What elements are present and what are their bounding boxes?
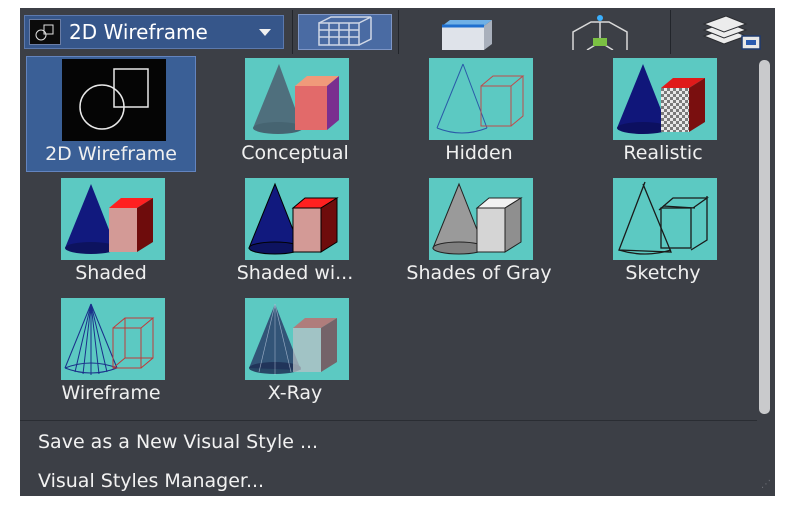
grid-view-button[interactable] <box>298 14 392 50</box>
shaded-thumbnail <box>61 178 165 260</box>
wireframe-grid-icon <box>318 16 372 46</box>
visual-styles-gallery-panel: 2D Wireframe Conceptual Hidden Realistic… <box>20 56 775 496</box>
chevron-down-icon[interactable] <box>259 28 271 36</box>
visual-styles-toolbar: 2D Wireframe <box>20 8 775 56</box>
2d-wireframe-thumbnail <box>62 59 166 141</box>
sketchy-thumbnail <box>613 178 717 260</box>
style-tile-2d-wireframe[interactable]: 2D Wireframe <box>26 56 196 172</box>
style-label: X-Ray <box>267 382 323 404</box>
style-label: Sketchy <box>625 262 701 284</box>
toolbar-separator <box>292 10 293 54</box>
menu-divider <box>20 420 757 421</box>
wireframe-thumbnail <box>61 298 165 380</box>
style-tile-realistic[interactable]: Realistic <box>578 56 748 172</box>
save-as-new-visual-style-item[interactable]: Save as a New Visual Style ... <box>20 425 757 459</box>
shaded-with-edges-thumbnail <box>245 178 349 260</box>
realistic-thumbnail <box>613 58 717 140</box>
ucs-box-icon <box>572 15 628 51</box>
conceptual-thumbnail <box>245 58 349 140</box>
style-label: Shades of Gray <box>406 262 552 284</box>
style-label: Shaded wi... <box>236 262 354 284</box>
layers-button[interactable] <box>698 14 768 50</box>
style-tile-x-ray[interactable]: X-Ray <box>210 296 380 412</box>
shades-of-gray-thumbnail <box>429 178 533 260</box>
style-label: 2D Wireframe <box>45 143 177 165</box>
x-ray-thumbnail <box>245 298 349 380</box>
style-tile-conceptual[interactable]: Conceptual <box>210 56 380 172</box>
visual-styles-manager-item[interactable]: Visual Styles Manager... <box>20 464 757 498</box>
style-tile-sketchy[interactable]: Sketchy <box>578 176 748 292</box>
dropdown-selected-label: 2D Wireframe <box>69 20 208 44</box>
style-label: Realistic <box>623 142 703 164</box>
scrollbar-thumb[interactable] <box>759 60 770 414</box>
dropdown-style-thumbnail <box>29 19 61 45</box>
resize-grip-icon[interactable]: ⋰ <box>761 479 771 490</box>
box-view-button[interactable] <box>430 14 500 50</box>
style-tile-hidden[interactable]: Hidden <box>394 56 564 172</box>
hidden-thumbnail <box>429 58 533 140</box>
style-tile-shades-of-gray[interactable]: Shades of Gray <box>394 176 564 292</box>
toolbar-separator <box>398 10 399 54</box>
toolbar-separator <box>670 10 671 54</box>
ucs-box-button[interactable] <box>565 14 635 51</box>
layers-icon <box>702 15 761 50</box>
visual-style-dropdown[interactable]: 2D Wireframe <box>24 15 284 49</box>
style-tile-shaded-with-edges[interactable]: Shaded wi... <box>210 176 380 292</box>
solid-box-icon <box>442 20 492 50</box>
style-label: Conceptual <box>241 142 349 164</box>
style-label: Shaded <box>75 262 147 284</box>
style-tile-wireframe[interactable]: Wireframe <box>26 296 196 412</box>
style-tile-shaded[interactable]: Shaded <box>26 176 196 292</box>
style-label: Hidden <box>445 142 513 164</box>
style-label: Wireframe <box>61 382 161 404</box>
